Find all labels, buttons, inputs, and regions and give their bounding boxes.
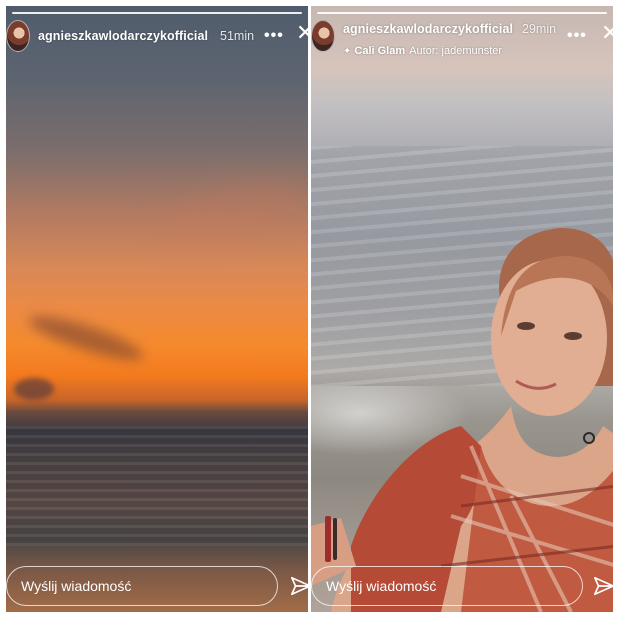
send-message-input[interactable]: Wyślij wiadomość (311, 566, 583, 606)
story-header: agnieszkawlodarczykofficial 51min ••• ✕ (6, 20, 308, 56)
close-icon[interactable]: ✕ (296, 22, 308, 44)
profile-avatar[interactable] (6, 20, 30, 52)
username[interactable]: agnieszkawlodarczykofficial (343, 22, 513, 36)
song-title: Cali Glam (354, 45, 406, 57)
story-panel-left[interactable]: agnieszkawlodarczykofficial 51min ••• ✕ … (6, 6, 308, 612)
more-options-icon[interactable]: ••• (264, 27, 284, 45)
music-attribution[interactable]: ✦ Cali Glam Autor: jademunster (343, 45, 502, 57)
woman-selfie-figure (311, 228, 613, 612)
send-icon[interactable] (290, 575, 308, 597)
song-author: Autor: jademunster (409, 45, 503, 57)
username[interactable]: agnieszkawlodarczykofficial (38, 29, 208, 43)
close-icon[interactable]: ✕ (601, 22, 613, 44)
sparkle-icon: ✦ (343, 46, 352, 57)
beach-selfie-photo (311, 6, 613, 612)
story-progress-bar (12, 12, 302, 14)
story-progress-bar (317, 12, 607, 14)
story-panel-right[interactable]: agnieszkawlodarczykofficial 29min ••• ✕ … (311, 6, 613, 612)
send-message-input[interactable]: Wyślij wiadomość (6, 566, 278, 606)
post-time: 29min (522, 22, 557, 36)
post-time: 51min (220, 29, 255, 43)
more-options-icon[interactable]: ••• (567, 27, 587, 45)
send-icon[interactable] (593, 575, 613, 597)
story-header: agnieszkawlodarczykofficial 29min ••• ✕ … (311, 20, 613, 57)
sunset-photo (6, 6, 308, 612)
profile-avatar[interactable] (311, 20, 335, 52)
